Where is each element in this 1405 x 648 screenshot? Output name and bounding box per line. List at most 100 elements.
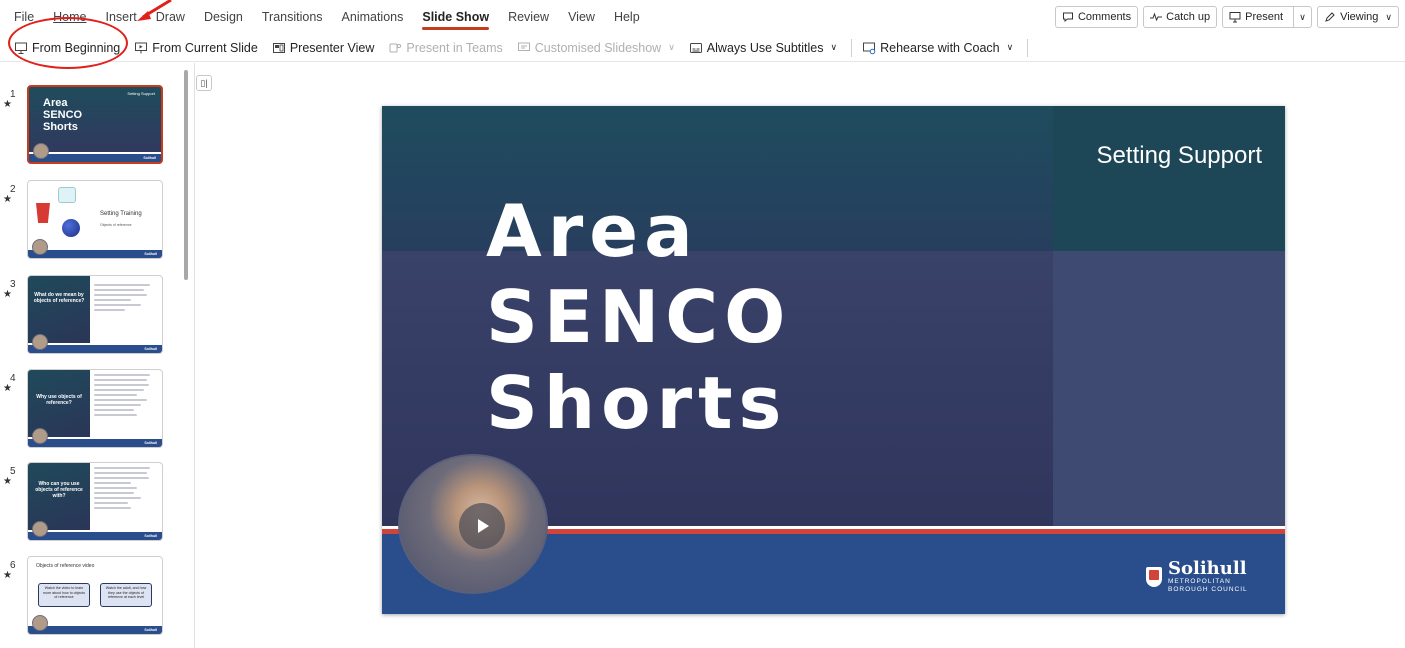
thumb-text-lines xyxy=(94,284,156,314)
tab-home[interactable]: Home xyxy=(53,0,86,34)
animation-star-icon: ★ xyxy=(3,570,12,581)
present-main[interactable]: Present xyxy=(1223,7,1289,27)
viewing-button[interactable]: Viewing ∨ xyxy=(1317,6,1399,28)
rehearse-with-coach-button[interactable]: Rehearse with Coach ∨ xyxy=(862,41,1013,55)
presenter-view-button[interactable]: Presenter View xyxy=(272,40,375,55)
slide-thumbnails-pane: 1 ★ Area SENCO Shorts Setting Support So… xyxy=(0,63,195,648)
cup-image xyxy=(36,203,50,223)
presenter-view-label: Presenter View xyxy=(289,40,375,55)
slide-thumbnail-1[interactable]: Area SENCO Shorts Setting Support Solihu… xyxy=(27,85,163,164)
menu-bar: File Home Insert Draw Design Transitions… xyxy=(0,0,1405,34)
slide-panel-top-right xyxy=(1053,106,1285,251)
chevron-down-icon: ∨ xyxy=(668,42,675,52)
toggle-pane-icon[interactable]: ▯| xyxy=(196,75,212,91)
slide-title[interactable]: Area SENCO Shorts xyxy=(486,188,791,446)
tab-animations[interactable]: Animations xyxy=(342,0,404,34)
animation-star-icon: ★ xyxy=(3,289,12,300)
thumbnail-row: 6 ★ Objects of reference video Watch the… xyxy=(0,556,185,642)
chevron-down-icon[interactable]: ∨ xyxy=(1293,7,1311,27)
present-label: Present xyxy=(1245,11,1284,23)
tab-review[interactable]: Review xyxy=(508,0,549,34)
slide-thumbnail-4[interactable]: Why use objects of reference? Solihull xyxy=(27,369,163,448)
slide-thumbnail-3[interactable]: What do we mean by objects of reference?… xyxy=(27,275,163,354)
avatar xyxy=(32,334,48,350)
chevron-down-icon: ∨ xyxy=(830,42,838,52)
logo-subtitle-2: BOROUGH COUNCIL xyxy=(1168,586,1248,593)
ribbon: From Beginning From Current Slide Presen… xyxy=(0,34,1405,62)
present-in-teams-button[interactable]: Present in Teams xyxy=(388,40,503,55)
thumbnail-row: 2 ★ Setting Training Objects of referenc… xyxy=(0,180,185,266)
thumb-title: Why use objects of reference? xyxy=(36,394,82,406)
play-button[interactable] xyxy=(459,503,505,549)
tab-design[interactable]: Design xyxy=(204,0,243,34)
slide-thumbnail-6[interactable]: Objects of reference video Watch the vid… xyxy=(27,556,163,635)
catch-up-label: Catch up xyxy=(1166,11,1211,23)
slide-subtitle[interactable]: Setting Support xyxy=(1022,142,1262,170)
ball-image xyxy=(62,219,80,237)
tab-transitions[interactable]: Transitions xyxy=(262,0,323,34)
thumb-logo: Solihull xyxy=(144,441,157,445)
shield-icon xyxy=(1146,567,1162,587)
top-right-actions: Comments Catch up Present ∨ Viewing ∨ xyxy=(1054,6,1399,28)
slide-title-line: Shorts xyxy=(486,361,788,445)
slide-title-line: SENCO xyxy=(486,275,792,359)
thumb-footer: Solihull xyxy=(28,624,162,634)
teams-icon xyxy=(389,43,402,52)
thumb-text-lines xyxy=(94,374,156,419)
play-icon xyxy=(478,519,489,533)
presenter-video[interactable] xyxy=(398,454,548,594)
viewing-label: Viewing xyxy=(1340,11,1379,23)
tab-draw[interactable]: Draw xyxy=(156,0,185,34)
menu-tabs: File Home Insert Draw Design Transitions… xyxy=(0,0,659,34)
thumb-title: Who can you use objects of reference wit… xyxy=(35,481,83,499)
tab-help[interactable]: Help xyxy=(614,0,640,34)
subtitles-icon xyxy=(689,42,702,53)
present-in-teams-label: Present in Teams xyxy=(406,40,503,55)
always-use-subtitles-label: Always Use Subtitles xyxy=(706,40,824,55)
thumb-footer: Solihull xyxy=(28,530,162,540)
slideshow-icon xyxy=(15,42,27,54)
thumb-logo: Solihull xyxy=(143,156,156,160)
animation-star-icon: ★ xyxy=(3,99,12,110)
thumbnail-row: 1 ★ Area SENCO Shorts Setting Support So… xyxy=(0,85,185,171)
slide-panel-right xyxy=(1053,251,1285,526)
customised-slideshow-button[interactable]: Customised Slideshow ∨ xyxy=(517,41,675,55)
logo-name: Solihull xyxy=(1168,558,1247,579)
from-beginning-button[interactable]: From Beginning xyxy=(14,41,120,55)
slide-canvas[interactable]: Setting Support Area SENCO Shorts Solihu… xyxy=(382,106,1285,614)
pulse-icon xyxy=(1150,12,1163,22)
thumb-footer: Solihull xyxy=(28,343,162,353)
slide-thumbnail-5[interactable]: Who can you use objects of reference wit… xyxy=(27,462,163,541)
chevron-down-icon: ∨ xyxy=(1385,11,1392,22)
thumbnail-row: 4 ★ Why use objects of reference? Solihu… xyxy=(0,369,185,455)
animation-star-icon: ★ xyxy=(3,194,12,205)
thumb-box-1: Watch the video to learn more about how … xyxy=(38,583,90,607)
avatar xyxy=(33,143,49,159)
chevron-down-icon: ∨ xyxy=(1006,42,1014,52)
slide-thumbnail-2[interactable]: Setting Training Objects of reference So… xyxy=(27,180,163,259)
tab-view[interactable]: View xyxy=(568,0,595,34)
present-icon xyxy=(1229,12,1241,23)
comments-label: Comments xyxy=(1077,11,1132,23)
catch-up-button[interactable]: Catch up xyxy=(1143,6,1218,28)
present-button[interactable]: Present ∨ xyxy=(1222,6,1313,28)
animation-star-icon: ★ xyxy=(3,476,12,487)
avatar xyxy=(32,428,48,444)
from-current-slide-button[interactable]: From Current Slide xyxy=(134,41,258,55)
thumb-logo: Solihull xyxy=(144,252,157,256)
logo-subtitle-1: METROPOLITAN xyxy=(1168,578,1231,585)
thumb-logo: Solihull xyxy=(144,628,157,632)
logo-text: Solihull METROPOLITAN BOROUGH COUNCIL xyxy=(1168,560,1248,594)
comments-button[interactable]: Comments xyxy=(1054,6,1139,28)
pen-icon xyxy=(1325,12,1335,22)
always-use-subtitles-button[interactable]: Always Use Subtitles ∨ xyxy=(689,41,837,55)
ribbon-divider xyxy=(851,38,853,57)
thumb-logo: Solihull xyxy=(144,347,157,351)
tab-insert[interactable]: Insert xyxy=(106,0,137,34)
tab-slide-show[interactable]: Slide Show xyxy=(422,0,489,34)
thumb-title: Area SENCO Shorts xyxy=(43,97,83,133)
rehearse-icon xyxy=(863,42,876,54)
thumb-subtitle: Objects of reference xyxy=(100,223,132,227)
tab-file[interactable]: File xyxy=(14,0,34,34)
avatar xyxy=(32,521,48,537)
